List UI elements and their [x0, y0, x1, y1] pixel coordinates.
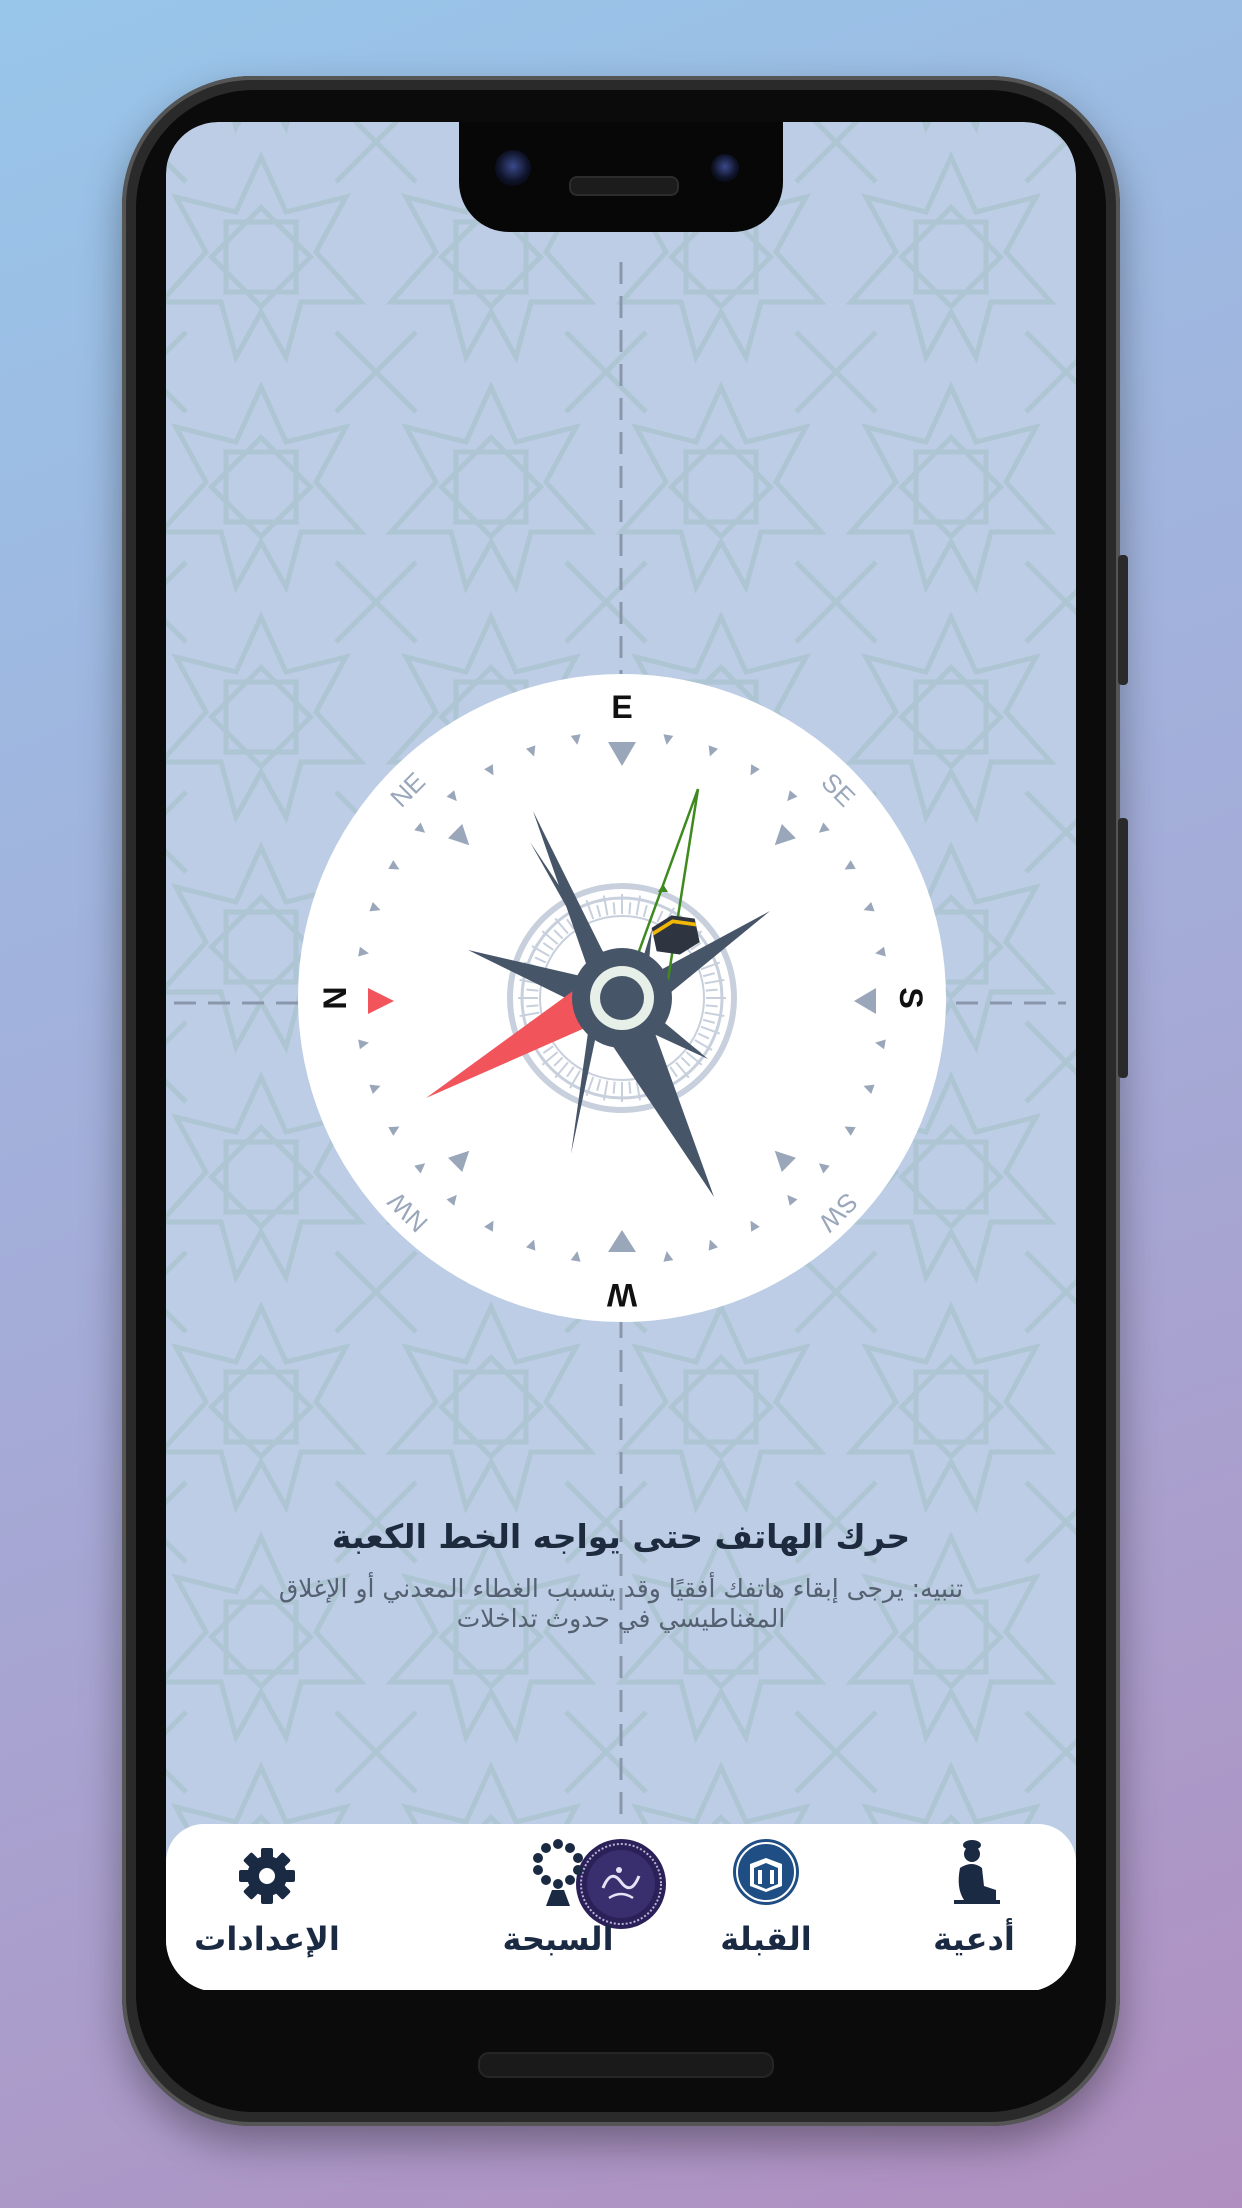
- praying-person-icon: [954, 1840, 1000, 1904]
- ring-tick: [526, 1004, 539, 1008]
- compass-label-west: W: [606, 1277, 637, 1313]
- instruction-title: حرك الهاتف حتى يواجه الخط الكعبة: [331, 1517, 911, 1556]
- front-sensor: [711, 154, 739, 182]
- bottom-navigation: أدعية القبلة السبحة الإعدادات: [166, 1824, 1076, 1990]
- compass-label-east: E: [611, 689, 632, 725]
- warning-note-line-2: المغناطيسي في حدوث تداخلات: [456, 1604, 786, 1633]
- nav-item-settings[interactable]: الإعدادات: [182, 1824, 352, 1990]
- nav-item-tasbih[interactable]: السبحة: [473, 1824, 643, 1990]
- camera-notch: [459, 122, 783, 232]
- volume-button: [1118, 818, 1128, 1078]
- ring-tick: [628, 1081, 632, 1094]
- prayer-beads-icon: [533, 1839, 583, 1906]
- home-gesture-bar: [478, 2052, 774, 2078]
- warning-note-line-1: تنبيه: يرجى إبقاء هاتفك أفقيًا وقد يتسبب…: [278, 1574, 964, 1603]
- ring-tick: [705, 988, 718, 992]
- nav-label-tasbih: السبحة: [502, 1920, 614, 1958]
- ring-tick: [612, 1081, 616, 1094]
- earpiece-speaker: [569, 176, 679, 196]
- phone-screen: E W N S NE SE SW NW حرك الهاتف حتى يواجه…: [166, 122, 1076, 1992]
- power-button: [1118, 555, 1128, 685]
- ring-tick: [612, 902, 616, 915]
- compass-label-north: N: [317, 986, 353, 1009]
- nav-item-duas[interactable]: أدعية: [889, 1824, 1059, 1990]
- front-camera: [495, 150, 531, 186]
- compass-dial: E W N S NE SE SW NW: [298, 674, 946, 1322]
- qibla-compass[interactable]: E W N S NE SE SW NW: [298, 674, 946, 1322]
- nav-label-settings: الإعدادات: [194, 1920, 340, 1958]
- ring-tick: [628, 902, 632, 915]
- nav-label-duas: أدعية: [933, 1920, 1015, 1958]
- kaaba-icon: [733, 1839, 799, 1905]
- nav-item-qibla[interactable]: القبلة: [681, 1824, 851, 1990]
- compass-label-south: S: [893, 987, 929, 1008]
- nav-label-qibla: القبلة: [720, 1920, 812, 1958]
- ring-tick: [705, 1004, 718, 1008]
- warning-note: تنبيه: يرجى إبقاء هاتفك أفقيًا وقد يتسبب…: [206, 1574, 1036, 1634]
- gear-icon: [239, 1848, 295, 1904]
- ring-tick: [526, 988, 539, 992]
